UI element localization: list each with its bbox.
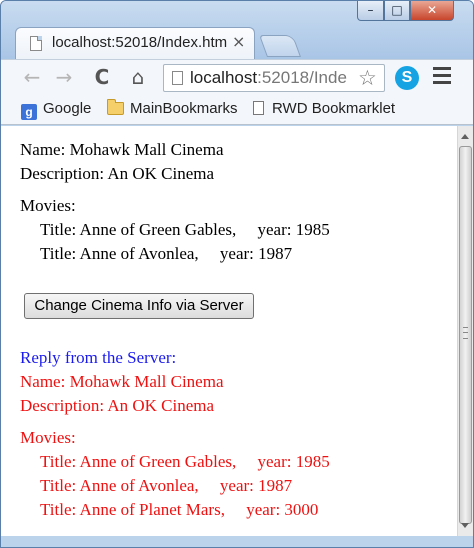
grip-icon: [463, 327, 468, 339]
skype-extension-icon[interactable]: S: [395, 66, 419, 90]
bookmark-mainbookmarks[interactable]: MainBookmarks: [107, 99, 238, 120]
google-icon: g: [21, 104, 37, 120]
forward-arrow-icon[interactable]: →: [51, 64, 77, 90]
cinema-name: Name: Mohawk Mall Cinema: [20, 140, 224, 159]
scrollbar-thumb[interactable]: [459, 146, 472, 524]
bookmarks-bar: g Google MainBookmarks RWD Bookmarklet: [1, 95, 473, 125]
change-cinema-info-button[interactable]: Change Cinema Info via Server: [24, 293, 254, 319]
bookmark-google[interactable]: g Google: [21, 100, 91, 120]
browser-toolbar: ← → C ⌂ localhost:52018/Inde ☆ S: [1, 59, 473, 95]
url-text[interactable]: localhost:52018/Inde: [190, 68, 362, 88]
bookmark-label: MainBookmarks: [130, 100, 238, 117]
bookmark-star-icon[interactable]: ☆: [358, 66, 377, 90]
reload-icon[interactable]: C: [89, 64, 115, 90]
close-window-button[interactable]: ✕: [410, 1, 454, 21]
reply-cinema-name: Name: Mohawk Mall Cinema: [20, 372, 224, 391]
url-path: :52018/Inde: [257, 68, 347, 87]
scroll-down-arrow-icon[interactable]: [461, 523, 469, 528]
back-arrow-icon[interactable]: ←: [19, 64, 45, 90]
hamburger-menu-icon[interactable]: [433, 67, 451, 87]
page-icon: [253, 101, 264, 115]
page-icon: [172, 71, 183, 85]
browser-tab[interactable]: localhost:52018/Index.htm ×: [15, 27, 255, 59]
url-host: localhost: [190, 68, 258, 87]
bookmark-label: RWD Bookmarklet: [272, 100, 396, 117]
page-icon: [30, 36, 42, 51]
bookmark-rwd-bookmarklet[interactable]: RWD Bookmarklet: [253, 100, 395, 120]
scroll-up-arrow-icon[interactable]: [461, 134, 469, 139]
movie-item: Title: Anne of Avonlea, year: 1987: [40, 244, 293, 263]
home-icon[interactable]: ⌂: [125, 64, 151, 90]
browser-window: localhost:52018/Index.htm × – □ ✕ ← → C …: [0, 0, 474, 548]
folder-icon: [107, 99, 124, 115]
address-bar[interactable]: localhost:52018/Inde ☆: [163, 64, 385, 92]
reply-movie-item: Title: Anne of Avonlea, year: 1987: [40, 476, 293, 495]
reply-cinema-description: Description: An OK Cinema: [20, 396, 215, 415]
tab-title: localhost:52018/Index.htm: [52, 34, 228, 51]
minimize-button[interactable]: –: [357, 1, 384, 21]
reply-movie-item: Title: Anne of Planet Mars, year: 3000: [40, 500, 319, 519]
bookmark-label: Google: [43, 100, 92, 117]
cinema-description: Description: An OK Cinema: [20, 164, 215, 183]
close-tab-icon[interactable]: ×: [232, 32, 245, 51]
movies-heading: Movies:: [20, 196, 76, 215]
vertical-scrollbar[interactable]: [457, 126, 473, 536]
movie-item: Title: Anne of Green Gables, year: 1985: [40, 220, 330, 239]
reply-movie-item: Title: Anne of Green Gables, year: 1985: [40, 452, 330, 471]
title-bar: localhost:52018/Index.htm × – □ ✕: [1, 1, 473, 59]
reply-movies-heading: Movies:: [20, 428, 76, 447]
maximize-button[interactable]: □: [384, 1, 410, 21]
reply-heading: Reply from the Server:: [20, 348, 177, 367]
new-tab-button[interactable]: [258, 35, 302, 57]
window-bottom-frame: [1, 536, 473, 547]
page-content: Name: Mohawk Mall Cinema Description: An…: [1, 126, 457, 536]
